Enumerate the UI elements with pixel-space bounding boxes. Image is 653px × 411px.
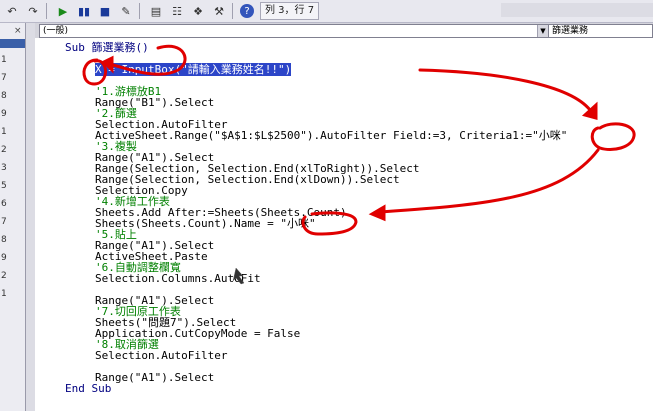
code-line[interactable]: Selection.Columns.AutoFit [95, 273, 261, 284]
standard-toolbar: ↶ ↷ ▶ ▮▮ ■ ✎ ▤ ☷ ❖ ⚒ ? 列 3，行 7 [0, 0, 653, 23]
help-icon[interactable]: ? [240, 4, 254, 18]
object-combo-value: (一般) [43, 26, 69, 36]
project-tree-item[interactable]: 8 [0, 91, 25, 102]
project-tree-item[interactable]: 2 [0, 145, 25, 156]
properties-icon[interactable]: ☷ [168, 2, 186, 20]
project-tree-item[interactable]: 9 [0, 109, 25, 120]
project-tree-item[interactable]: 7 [0, 217, 25, 228]
toolbar-separator [46, 3, 47, 19]
project-tree-item[interactable]: 1 [0, 127, 25, 138]
redo-icon[interactable]: ↷ [24, 2, 42, 20]
object-combo[interactable]: (一般) ▼ [39, 24, 549, 38]
combo-row: (一般) ▼ 篩選業務 [35, 23, 653, 38]
project-tree-item[interactable]: 1 [0, 55, 25, 66]
code-line[interactable]: End Sub [65, 383, 111, 394]
project-explorer-icon[interactable]: ▤ [147, 2, 165, 20]
code-editor[interactable]: Sub 篩選業務() X = InputBox("請輸入業務姓名!!") '1.游標… [35, 38, 653, 411]
toolbox-icon[interactable]: ⚒ [210, 2, 228, 20]
splitter[interactable] [26, 23, 35, 411]
code-line[interactable]: Sub 篩選業務() [65, 42, 149, 53]
project-tree-item[interactable]: 3 [0, 163, 25, 174]
undo-icon[interactable]: ↶ [3, 2, 21, 20]
project-explorer-pane: × 1 7 8 9 1 2 3 5 6 7 8 9 2 1 [0, 23, 26, 411]
toolbar-separator [139, 3, 140, 19]
chevron-down-icon[interactable]: ▼ [537, 25, 548, 37]
pause-icon[interactable]: ▮▮ [75, 2, 93, 20]
toolbar-separator [232, 3, 233, 19]
project-tree-item[interactable]: 8 [0, 235, 25, 246]
cursor-position-readout: 列 3，行 7 [260, 2, 320, 20]
design-mode-icon[interactable]: ✎ [117, 2, 135, 20]
pane-title-bar [0, 39, 25, 48]
object-browser-icon[interactable]: ❖ [189, 2, 207, 20]
code-line[interactable]: X = InputBox("請輸入業務姓名!!") [95, 63, 292, 76]
code-line[interactable]: Range("A1").Select [95, 372, 214, 383]
code-line[interactable]: Selection.AutoFilter [95, 350, 227, 361]
stop-icon[interactable]: ■ [96, 2, 114, 20]
toolbar-empty-area [501, 3, 653, 17]
project-tree-item[interactable]: 7 [0, 73, 25, 84]
project-tree-item[interactable]: 2 [0, 271, 25, 282]
close-icon[interactable]: × [14, 26, 22, 36]
selected-code[interactable]: X = InputBox("請輸入業務姓名!!") [95, 63, 292, 76]
procedure-combo-value: 篩選業務 [552, 26, 589, 36]
project-tree-item[interactable]: 1 [0, 289, 25, 300]
procedure-combo[interactable]: 篩選業務 [548, 24, 653, 38]
code-line[interactable]: ActiveSheet.Range("$A$1:$L$2500").AutoFi… [95, 130, 567, 141]
project-tree-item[interactable]: 5 [0, 181, 25, 192]
project-tree-item[interactable]: 9 [0, 253, 25, 264]
project-tree-item[interactable]: 6 [0, 199, 25, 210]
run-icon[interactable]: ▶ [54, 2, 72, 20]
